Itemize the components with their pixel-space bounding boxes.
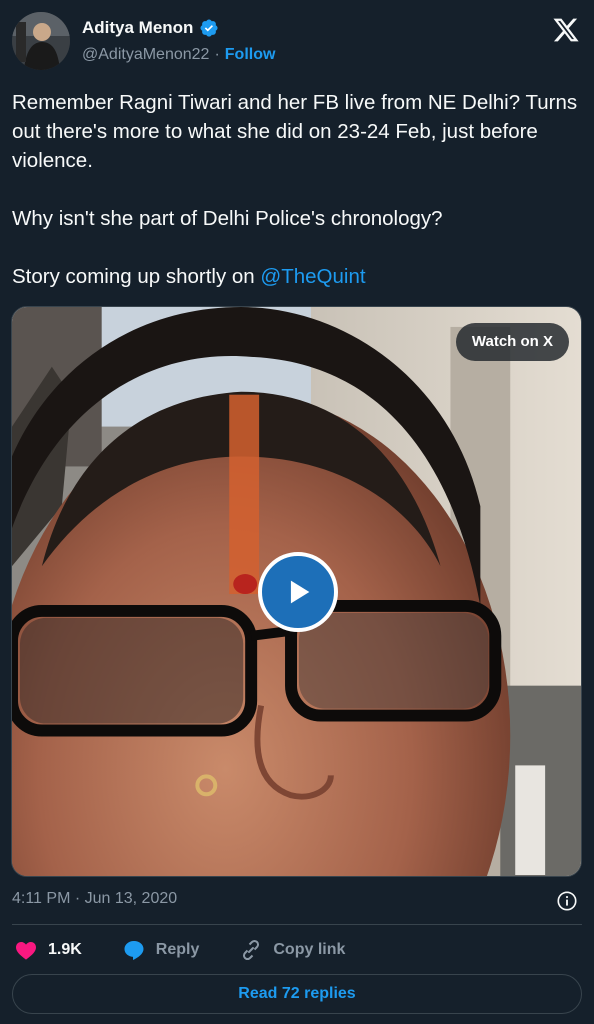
tweet-line-3: Story coming up shortly on @TheQuint — [12, 262, 582, 291]
reply-button[interactable]: Reply — [122, 938, 200, 962]
handle-row: @AdityaMenon22 · Follow — [82, 46, 275, 64]
reply-label: Reply — [155, 941, 200, 958]
read-replies-button[interactable]: Read 72 replies — [12, 974, 582, 1014]
tweet-line-3-text: Story coming up shortly on — [12, 265, 261, 288]
author-handle[interactable]: @AdityaMenon22 — [82, 46, 209, 63]
avatar[interactable] — [12, 12, 70, 70]
x-logo-icon[interactable] — [552, 16, 580, 44]
divider — [12, 924, 582, 925]
name-row: Aditya Menon — [82, 18, 219, 38]
watch-on-x-button[interactable]: Watch on X — [455, 323, 569, 361]
play-button[interactable] — [258, 552, 338, 632]
timestamp[interactable]: 4:11 PM · Jun 13, 2020 — [12, 890, 177, 907]
tweet-card: Aditya Menon @AdityaMenon22 · Follow Remem… — [0, 0, 594, 1024]
tweet-text: Remember Ragni Tiwari and her FB live fr… — [12, 88, 582, 291]
verified-badge-icon — [200, 19, 218, 37]
tweet-meta: 4:11 PM · Jun 13, 2020 — [12, 890, 582, 914]
info-icon[interactable] — [556, 890, 578, 912]
copy-link-label: Copy link — [273, 941, 346, 958]
link-icon — [243, 939, 260, 961]
follow-button[interactable]: Follow — [225, 46, 276, 63]
separator: · — [214, 46, 220, 63]
copy-link-button[interactable]: Copy link — [239, 938, 345, 962]
avatar-image — [12, 12, 70, 70]
reply-bubble-icon — [124, 941, 144, 960]
tweet-line-1: Remember Ragni Tiwari and her FB live fr… — [12, 91, 578, 172]
author-name[interactable]: Aditya Menon — [82, 18, 193, 38]
tweet-line-2: Why isn't she part of Delhi Police's chr… — [12, 207, 443, 230]
tweet-header: Aditya Menon @AdityaMenon22 · Follow — [12, 10, 582, 72]
like-button[interactable]: 1.9K — [14, 938, 82, 962]
heart-icon — [16, 942, 36, 960]
video-player[interactable]: Watch on X — [11, 306, 582, 877]
mention-link[interactable]: @TheQuint — [260, 265, 365, 288]
like-count: 1.9K — [48, 941, 82, 958]
action-bar: 1.9K Reply Copy link — [14, 936, 582, 964]
play-icon — [290, 580, 310, 604]
